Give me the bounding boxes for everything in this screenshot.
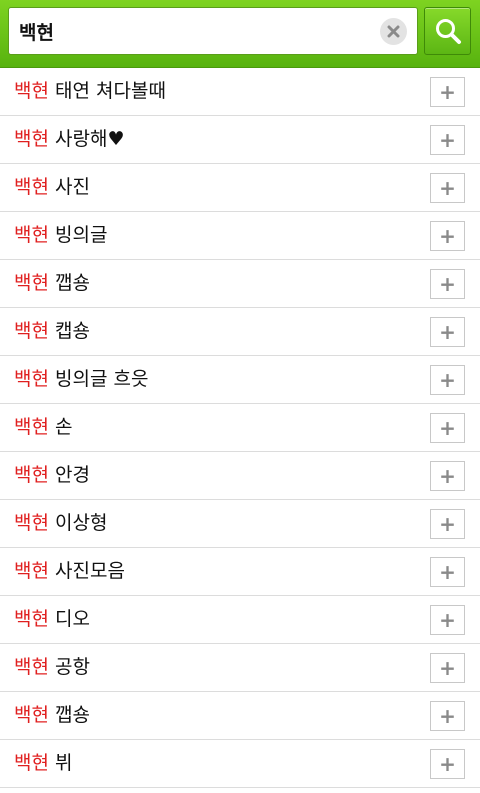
suggestion-rest: 사진 [48,176,90,198]
search-bar [0,0,480,68]
suggestion-rest: 이상형 [48,512,108,534]
plus-icon: + [439,656,456,680]
suggestion-item[interactable]: 백현 깹숑 + [0,260,480,308]
add-suggestion-button[interactable]: + [430,173,465,203]
suggestion-keyword: 백현 [14,176,49,198]
suggestion-text: 백현 사랑해♥ [14,116,124,163]
suggestion-text: 백현 깹숑 [14,260,90,307]
plus-icon: + [439,752,456,776]
add-suggestion-button[interactable]: + [430,701,465,731]
suggestion-text: 백현 이상형 [14,500,107,547]
suggestion-text: 백현 사진모음 [14,548,125,595]
plus-icon: + [439,608,456,632]
suggestion-rest: 손 [48,416,73,438]
search-input[interactable] [19,8,369,54]
suggestion-rest: 뷔 [48,752,73,774]
suggestion-item[interactable]: 백현 사진모음 + [0,548,480,596]
suggestion-item[interactable]: 백현 이상형 + [0,500,480,548]
add-suggestion-button[interactable]: + [430,461,465,491]
suggestion-item[interactable]: 백현 사랑해♥ + [0,116,480,164]
close-icon [387,25,400,38]
add-suggestion-button[interactable]: + [430,605,465,635]
plus-icon: + [439,464,456,488]
plus-icon: + [439,560,456,584]
search-icon [435,19,461,44]
suggestion-rest: 캡숑 [48,320,90,342]
suggestion-text: 백현 안경 [14,452,90,499]
suggestion-keyword: 백현 [14,224,49,246]
suggestion-keyword: 백현 [14,464,49,486]
suggestion-keyword: 백현 [14,272,49,294]
plus-icon: + [439,416,456,440]
suggestion-text: 백현 손 [14,404,73,451]
suggestion-item[interactable]: 백현 빙의글 + [0,212,480,260]
suggestion-keyword: 백현 [14,656,49,678]
suggestion-text: 백현 깹숑 [14,692,90,739]
suggestion-rest: 빙의글 흐읏 [48,368,149,390]
suggestion-rest: 빙의글 [48,224,108,246]
add-suggestion-button[interactable]: + [430,749,465,779]
suggestion-item[interactable]: 백현 캡숑 + [0,308,480,356]
suggestion-keyword: 백현 [14,320,49,342]
add-suggestion-button[interactable]: + [430,557,465,587]
clear-button[interactable] [380,18,407,45]
plus-icon: + [439,224,456,248]
plus-icon: + [439,176,456,200]
suggestion-rest: 깹숑 [48,704,90,726]
plus-icon: + [439,512,456,536]
suggestion-text: 백현 빙의글 흐읏 [14,356,148,403]
add-suggestion-button[interactable]: + [430,413,465,443]
suggestion-text: 백현 캡숑 [14,308,90,355]
add-suggestion-button[interactable]: + [430,653,465,683]
suggestion-item[interactable]: 백현 사진 + [0,164,480,212]
suggestion-keyword: 백현 [14,608,49,630]
suggestion-item[interactable]: 백현 공항 + [0,644,480,692]
suggestion-item[interactable]: 백현 디오 + [0,596,480,644]
suggestion-rest: 태연 쳐다볼때 [48,80,166,102]
suggestion-rest: 깹숑 [48,272,90,294]
add-suggestion-button[interactable]: + [430,317,465,347]
search-field[interactable] [8,7,418,55]
suggestion-keyword: 백현 [14,128,49,150]
suggestion-keyword: 백현 [14,704,49,726]
suggestion-list: 백현 태연 쳐다볼때 + 백현 사랑해♥ + 백현 사진 + 백현 빙의글 + 백현 깹숑 + 백현… [0,68,480,788]
plus-icon: + [439,320,456,344]
plus-icon: + [439,368,456,392]
suggestion-keyword: 백현 [14,416,49,438]
add-suggestion-button[interactable]: + [430,269,465,299]
add-suggestion-button[interactable]: + [430,125,465,155]
suggestion-keyword: 백현 [14,80,49,102]
suggestion-text: 백현 사진 [14,164,90,211]
suggestion-keyword: 백현 [14,512,49,534]
suggestion-text: 백현 태연 쳐다볼때 [14,68,166,115]
suggestion-item[interactable]: 백현 손 + [0,404,480,452]
suggestion-text: 백현 빙의글 [14,212,107,259]
suggestion-text: 백현 뷔 [14,740,73,787]
plus-icon: + [439,128,456,152]
add-suggestion-button[interactable]: + [430,365,465,395]
plus-icon: + [439,704,456,728]
suggestion-rest: 디오 [48,608,90,630]
suggestion-rest: 사진모음 [48,560,125,582]
suggestion-keyword: 백현 [14,752,49,774]
suggestion-rest: 안경 [48,464,90,486]
suggestion-item[interactable]: 백현 안경 + [0,452,480,500]
suggestion-keyword: 백현 [14,368,49,390]
suggestion-text: 백현 디오 [14,596,90,643]
suggestion-item[interactable]: 백현 뷔 + [0,740,480,788]
suggestion-keyword: 백현 [14,560,49,582]
suggestion-text: 백현 공항 [14,644,90,691]
plus-icon: + [439,80,456,104]
search-button[interactable] [424,7,471,55]
add-suggestion-button[interactable]: + [430,77,465,107]
suggestion-item[interactable]: 백현 깹숑 + [0,692,480,740]
suggestion-item[interactable]: 백현 빙의글 흐읏 + [0,356,480,404]
suggestion-rest: 공항 [48,656,90,678]
plus-icon: + [439,272,456,296]
add-suggestion-button[interactable]: + [430,221,465,251]
add-suggestion-button[interactable]: + [430,509,465,539]
suggestion-rest: 사랑해♥ [48,128,125,150]
suggestion-item[interactable]: 백현 태연 쳐다볼때 + [0,68,480,116]
